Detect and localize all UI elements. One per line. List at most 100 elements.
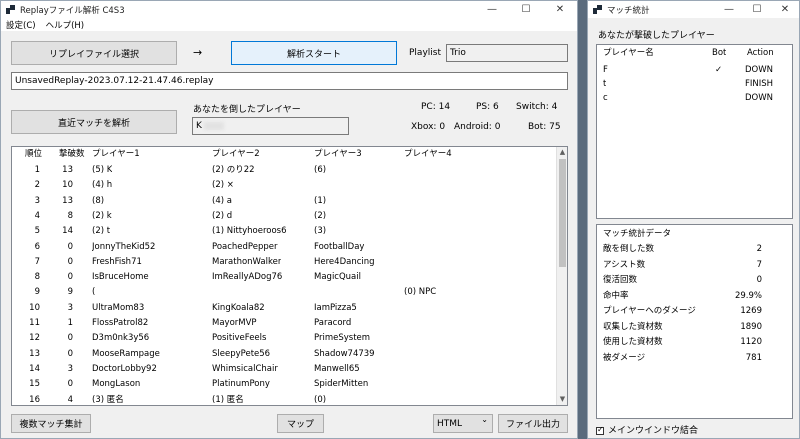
cell-player1: UltraMom83 — [92, 302, 145, 313]
main-window-title: Replayファイル解析 C4S3 — [20, 5, 125, 16]
menu-help[interactable]: ヘルプ(H) — [46, 19, 85, 31]
stat-value: 0 — [756, 275, 762, 285]
stat-label: 被ダメージ — [603, 352, 646, 363]
cell-kills: 8 — [67, 210, 73, 221]
cell-player2: MayorMVP — [212, 318, 257, 328]
stats-app-icon — [593, 5, 602, 14]
table-row[interactable]: 4 8 (2) k (2) d (2) — [12, 209, 567, 224]
defeated-action: DOWN — [745, 93, 773, 103]
app-icon — [6, 5, 15, 14]
table-scrollbar[interactable]: ▲ ▼ — [556, 147, 567, 405]
main-window: Replayファイル解析 C4S3 — ☐ ✕ 設定(C) ヘルプ(H) リプレ… — [0, 0, 578, 439]
scroll-up-icon[interactable]: ▲ — [557, 147, 567, 158]
table-row[interactable]: 3 13 (8) (4) a (1) — [12, 194, 567, 209]
cell-rank: 11 — [29, 318, 40, 328]
killer-field: K — [192, 117, 349, 135]
table-row[interactable]: 12 0 D3m0nk3y56 PositiveFeels PrimeSystem — [12, 331, 567, 346]
menu-settings[interactable]: 設定(C) — [6, 19, 36, 31]
stat-label: 命中率 — [603, 290, 629, 301]
table-row[interactable]: 2 10 (4) h (2) × — [12, 178, 567, 193]
cell-player2: PoachedPepper — [212, 241, 278, 252]
col-rank[interactable]: 順位 — [25, 148, 42, 161]
cell-player2: (2) × — [212, 180, 234, 191]
defeated-row[interactable]: c DOWN — [597, 91, 792, 106]
cell-rank: 12 — [29, 333, 40, 344]
match-stats-list: マッチ統計データ 敵を倒した数 2 アシスト数 7 復活回数 0 命中率 29.9% プレイヤー… — [596, 224, 793, 419]
stat-label: 敵を倒した数 — [603, 244, 655, 254]
analyze-start-button[interactable]: 解析スタート — [231, 41, 397, 65]
col-action[interactable]: Action — [747, 47, 774, 60]
merge-checkbox[interactable] — [596, 425, 604, 435]
stat-value: 1269 — [740, 306, 762, 316]
stats-maximize-icon[interactable]: ☐ — [743, 1, 771, 18]
table-row[interactable]: 13 0 MooseRampage SleepyPete56 Shadow74739 — [12, 347, 567, 362]
file-path-input[interactable]: UnsavedReplay-2023.07.12-21.47.46.replay — [11, 72, 568, 90]
cell-rank: 1 — [34, 165, 40, 175]
scroll-thumb[interactable] — [559, 159, 566, 267]
cell-kills: 0 — [67, 272, 73, 283]
killer-label: あなたを倒したプレイヤー — [193, 105, 301, 115]
table-row[interactable]: 6 0 JonnyTheKid52 PoachedPepper FootballDay — [12, 240, 567, 255]
analyze-recent-button[interactable]: 直近マッチを解析 — [11, 110, 177, 134]
scroll-down-icon[interactable]: ▼ — [557, 394, 567, 405]
cell-kills: 13 — [62, 195, 73, 206]
multi-match-button[interactable]: 複数マッチ集計 — [11, 414, 91, 433]
merge-option[interactable]: メインウインドウ結合 — [596, 423, 698, 436]
match-results-table[interactable]: 順位 撃破数 プレイヤー1 プレイヤー2 プレイヤー3 プレイヤー4 1 13 (5… — [11, 146, 568, 406]
col-bot[interactable]: Bot — [712, 47, 726, 60]
cell-rank: 6 — [34, 241, 40, 252]
close-icon[interactable]: ✕ — [543, 1, 577, 18]
table-row[interactable]: 1 13 (5) K (2) のり22 (6) — [12, 163, 567, 178]
cell-player2: PlatinumPony — [212, 379, 270, 390]
col-player2[interactable]: プレイヤー2 — [212, 148, 260, 161]
minimize-icon[interactable]: — — [475, 1, 509, 18]
col-player3[interactable]: プレイヤー3 — [314, 148, 362, 161]
col-player1[interactable]: プレイヤー1 — [92, 148, 140, 161]
cell-rank: 16 — [29, 394, 40, 405]
defeated-row[interactable]: F ✓ DOWN — [597, 63, 792, 78]
map-button[interactable]: マップ — [277, 414, 324, 433]
table-row[interactable]: 5 14 (2) t (1) Nittyhoeroos6 (3) — [12, 224, 567, 239]
cell-kills: 14 — [62, 226, 73, 237]
stats-titlebar: マッチ統計 — ☐ ✕ — [588, 1, 799, 18]
table-row[interactable]: 15 0 MongLason PlatinumPony SpiderMitten — [12, 377, 567, 392]
table-row[interactable]: 7 0 FreshFish71 MarathonWalker Here4Dancing — [12, 255, 567, 270]
col-player-name[interactable]: プレイヤー名 — [603, 47, 654, 60]
defeated-header: プレイヤー名 Bot Action — [597, 47, 792, 60]
stats-row: 被ダメージ 781 — [597, 351, 792, 366]
killer-value: K — [196, 121, 202, 131]
playlist-label: Playlist — [409, 48, 441, 58]
select-replay-button[interactable]: リプレイファイル選択 — [11, 41, 177, 65]
stats-minimize-icon[interactable]: — — [715, 1, 743, 18]
cell-player3: FootballDay — [314, 241, 365, 252]
export-file-button[interactable]: ファイル出力 — [498, 414, 568, 433]
stat-label: 使用した資材数 — [603, 337, 663, 347]
table-row[interactable]: 11 1 FlossPatrol82 MayorMVP Paracord — [12, 316, 567, 331]
defeated-action: FINISH — [745, 79, 774, 89]
cell-player1: ( — [92, 287, 96, 298]
stat-switch: Switch: 4 — [516, 102, 558, 112]
cell-player3: (3) — [314, 226, 327, 237]
stat-value: 29.9% — [734, 290, 762, 301]
cell-player2: (1) Nittyhoeroos6 — [212, 226, 287, 237]
stats-row: 敵を倒した数 2 — [597, 242, 792, 257]
cell-player2: SleepyPete56 — [212, 348, 271, 359]
defeated-players-list[interactable]: プレイヤー名 Bot Action F ✓ DOWN t FINISH c DOWN — [596, 44, 793, 219]
cell-player2: KingKoala82 — [212, 302, 265, 313]
table-row[interactable]: 9 9 ((0) NPC — [12, 285, 567, 300]
cell-player1: FreshFish71 — [92, 256, 142, 267]
col-kills[interactable]: 撃破数 — [59, 148, 85, 161]
table-row[interactable]: 10 3 UltraMom83 KingKoala82 IamPizza5 — [12, 301, 567, 316]
defeated-row[interactable]: t FINISH — [597, 77, 792, 92]
cell-player2: MarathonWalker — [212, 256, 282, 267]
defeated-label: あなたが撃破したプレイヤー — [598, 31, 715, 41]
stats-close-icon[interactable]: ✕ — [771, 1, 799, 18]
maximize-icon[interactable]: ☐ — [509, 1, 543, 18]
table-row[interactable]: 16 4 (3) 匿名 (1) 匿名 (0) — [12, 393, 567, 406]
format-select[interactable]: HTML ⌄ — [433, 414, 493, 433]
col-player4[interactable]: プレイヤー4 — [404, 148, 452, 161]
table-row[interactable]: 8 0 IsBruceHome ImReallyADog76 MagicQuail — [12, 270, 567, 285]
cell-player1: (4) h — [92, 180, 113, 191]
table-row[interactable]: 14 3 DoctorLobby92 WhimsicalChair Manwell65 — [12, 362, 567, 377]
playlist-field: Trio — [446, 44, 568, 62]
